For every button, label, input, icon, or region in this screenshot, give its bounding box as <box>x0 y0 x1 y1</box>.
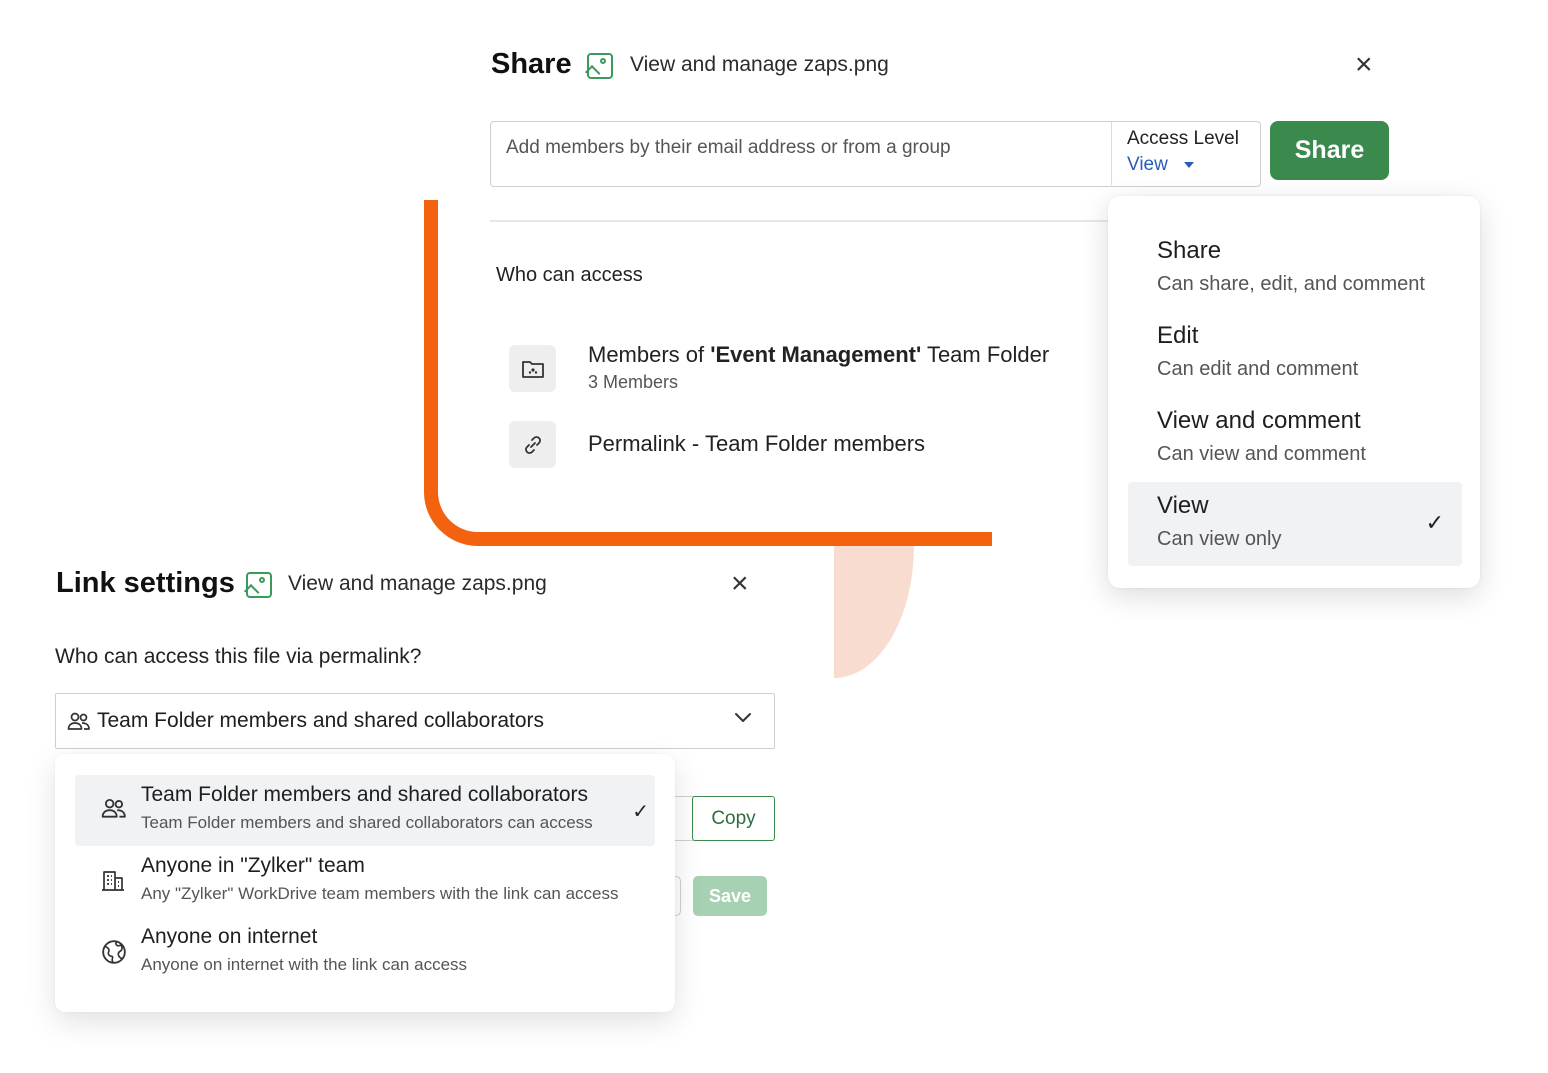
access-level-menu: Share Can share, edit, and comment Edit … <box>1108 196 1480 588</box>
share-file-name: View and manage zaps.png <box>630 53 889 76</box>
people-icon <box>101 797 127 823</box>
share-button[interactable]: Share <box>1270 121 1389 180</box>
access-option-view[interactable]: View Can view only ✓ <box>1128 482 1462 566</box>
permalink-options-menu: Team Folder members and shared collabora… <box>55 754 675 1012</box>
access-item-permalink: Permalink - Team Folder members <box>588 431 926 456</box>
permalink-access-value: Team Folder members and shared collabora… <box>97 709 545 732</box>
link-settings-file-name: View and manage zaps.png <box>288 572 547 595</box>
share-dialog-title: Share <box>491 48 572 80</box>
access-option-share[interactable]: Share Can share, edit, and comment <box>1128 227 1462 311</box>
member-input-placeholder: Add members by their email address or fr… <box>506 137 951 158</box>
divider <box>490 220 1110 222</box>
access-level-value: View <box>1127 154 1168 175</box>
building-icon <box>101 868 127 894</box>
permalink-access-select[interactable]: Team Folder members and shared collabora… <box>55 693 775 749</box>
team-folder-icon <box>509 345 556 392</box>
people-icon <box>67 711 91 736</box>
image-file-icon <box>587 53 613 79</box>
option-anyone-in-team[interactable]: Anyone in "Zylker" team Any "Zylker" Wor… <box>75 846 655 917</box>
who-can-access-heading: Who can access <box>496 264 643 286</box>
access-item-member-count: 3 Members <box>588 372 679 392</box>
caret-down-icon <box>1183 161 1194 168</box>
option-anyone-on-internet[interactable]: Anyone on internet Anyone on internet wi… <box>75 917 655 988</box>
member-email-input[interactable]: Add members by their email address or fr… <box>490 121 1261 187</box>
check-icon: ✓ <box>632 801 649 823</box>
link-settings-close-icon[interactable]: × <box>731 569 749 599</box>
copy-link-button[interactable]: Copy <box>692 796 775 841</box>
access-item-team-folder: Members of 'Event Management' Team Folde… <box>588 342 1050 367</box>
access-option-view-and-comment[interactable]: View and comment Can view and comment <box>1128 397 1462 481</box>
decorative-peach-shape <box>834 546 914 678</box>
share-close-icon[interactable]: × <box>1355 50 1373 80</box>
globe-icon <box>101 939 127 965</box>
link-icon <box>509 421 556 468</box>
link-settings-title: Link settings <box>56 567 235 599</box>
save-button[interactable]: Save <box>693 876 767 916</box>
access-option-edit[interactable]: Edit Can edit and comment <box>1128 312 1462 396</box>
check-icon: ✓ <box>1425 510 1444 535</box>
chevron-down-icon <box>734 711 752 729</box>
permalink-access-question: Who can access this file via permalink? <box>55 645 422 668</box>
image-file-icon <box>246 572 272 598</box>
input-divider <box>1111 122 1112 185</box>
permalink-url-field[interactable] <box>672 796 694 841</box>
option-team-folder-members[interactable]: Team Folder members and shared collabora… <box>75 775 655 846</box>
access-level-dropdown[interactable]: View <box>1127 154 1194 176</box>
access-level-label: Access Level <box>1127 128 1239 149</box>
